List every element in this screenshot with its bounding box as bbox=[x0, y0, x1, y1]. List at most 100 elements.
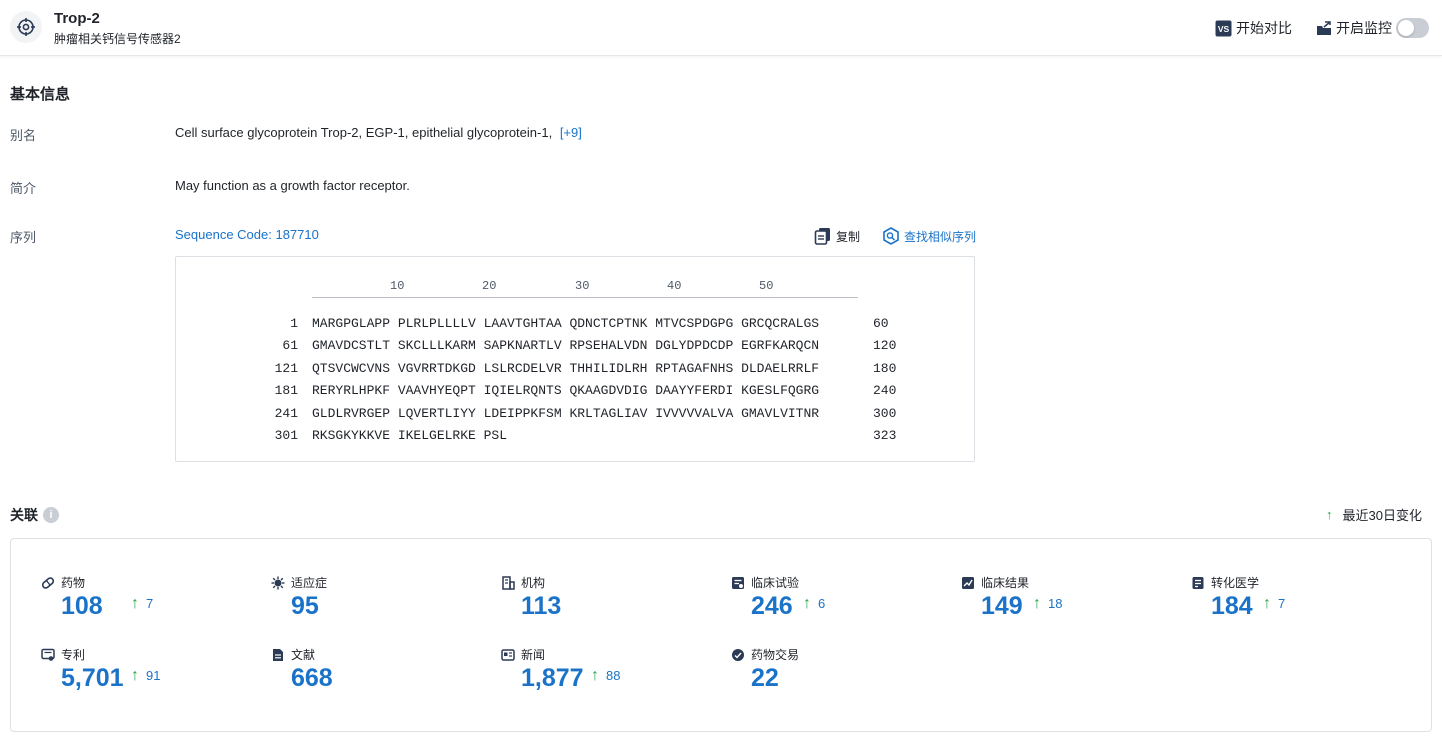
ruler-tick: 50 bbox=[759, 279, 774, 293]
compare-icon: VS bbox=[1215, 20, 1232, 37]
stat-delta: ↑ 7 bbox=[131, 596, 153, 612]
similar-sequence-icon bbox=[882, 227, 900, 245]
monitor-toggle[interactable] bbox=[1396, 18, 1429, 38]
up-arrow-icon: ↑ bbox=[1033, 595, 1041, 612]
find-similar-button[interactable]: 查找相似序列 bbox=[882, 227, 976, 245]
stat-value: 108 bbox=[61, 592, 103, 620]
stat-delta: ↑ 88 bbox=[591, 668, 620, 684]
stat-label: 药物 bbox=[61, 576, 86, 590]
building-icon bbox=[501, 575, 515, 590]
stat-drug-deals[interactable]: 药物交易 22 bbox=[711, 646, 911, 706]
monitor-icon bbox=[1316, 20, 1332, 36]
monitor-label: 开启监控 bbox=[1336, 20, 1392, 36]
sequence-row-end: 240 bbox=[873, 383, 897, 398]
sequence-row-start: 61 bbox=[282, 338, 298, 353]
deal-icon bbox=[731, 648, 745, 662]
up-arrow-icon: ↑ bbox=[131, 595, 139, 612]
associations-panel: 药物 108 ↑ 7 适应症 95 机构 113 临床试验 246 ↑ 6 临床结果… bbox=[10, 538, 1432, 732]
copy-label: 复制 bbox=[836, 229, 861, 244]
sequence-row: 61 GMAVDCSTLT SKCLLLKARM SAPKNARTLV RPSE… bbox=[176, 338, 976, 356]
sequence-viewer: 10 20 30 40 50 1 MARGPGLAPP PLRLPLLLLV L… bbox=[175, 256, 975, 462]
stat-organizations[interactable]: 机构 113 bbox=[481, 574, 681, 634]
ruler-tick: 10 bbox=[390, 279, 405, 293]
sequence-row: 181 RERYRLHPKF VAAVHYEQPT IQIELRQNTS QKA… bbox=[176, 383, 976, 401]
monitor-button[interactable]: 开启监控 bbox=[1316, 18, 1392, 38]
stat-patents[interactable]: 专利 5,701 ↑ 91 bbox=[21, 646, 221, 706]
up-arrow-icon: ↑ bbox=[1326, 507, 1333, 522]
document-icon bbox=[271, 648, 285, 662]
up-arrow-icon: ↑ bbox=[591, 667, 599, 684]
alias-label: 别名 bbox=[10, 128, 37, 143]
stat-translational-medicine[interactable]: 转化医学 184 ↑ 7 bbox=[1171, 574, 1371, 634]
target-icon bbox=[10, 11, 42, 43]
stat-value: 1,877 bbox=[521, 664, 584, 692]
copy-button[interactable]: 复制 bbox=[814, 227, 860, 245]
up-arrow-icon: ↑ bbox=[131, 667, 139, 684]
stat-delta-value: 18 bbox=[1048, 596, 1063, 611]
stat-news[interactable]: 新闻 1,877 ↑ 88 bbox=[481, 646, 681, 706]
stat-delta: ↑ 6 bbox=[803, 596, 825, 612]
sequence-row-residues: QTSVCWCVNS VGVRRTDKGD LSLRCDELVR THHILID… bbox=[312, 361, 820, 376]
associations-title-text: 关联 bbox=[10, 507, 38, 523]
sequence-row-start: 181 bbox=[274, 383, 298, 398]
stat-indications[interactable]: 适应症 95 bbox=[251, 574, 451, 634]
stat-label: 机构 bbox=[521, 576, 546, 590]
sequence-code-link[interactable]: Sequence Code: 187710 bbox=[175, 227, 319, 242]
sequence-row: 1 MARGPGLAPP PLRLPLLLLV LAAVTGHTAA QDNCT… bbox=[176, 316, 976, 334]
stat-delta-value: 6 bbox=[818, 596, 826, 611]
stat-clinical-trials[interactable]: 临床试验 246 ↑ 6 bbox=[711, 574, 911, 634]
sequence-row: 241 GLDLRVRGEP LQVERTLIYY LDEIPPKFSM KRL… bbox=[176, 406, 976, 424]
up-arrow-icon: ↑ bbox=[803, 595, 811, 612]
ruler-tick: 40 bbox=[667, 279, 682, 293]
compare-label: 开始对比 bbox=[1236, 20, 1292, 36]
info-icon[interactable]: i bbox=[43, 507, 59, 523]
sequence-row-residues: GLDLRVRGEP LQVERTLIYY LDEIPPKFSM KRLTAGL… bbox=[312, 406, 820, 421]
alias-value-row: Cell surface glycoprotein Trop-2, EGP-1,… bbox=[175, 125, 582, 140]
sequence-row-start: 301 bbox=[274, 428, 298, 443]
sequence-label: 序列 bbox=[10, 230, 37, 245]
stat-label: 药物交易 bbox=[751, 648, 800, 662]
page-subtitle: 肿瘤相关钙信号传感器2 bbox=[54, 32, 181, 46]
stat-label: 适应症 bbox=[291, 576, 328, 590]
sequence-row-residues: RKSGKYKKVE IKELGELRKE PSL bbox=[312, 428, 508, 443]
stat-value: 184 bbox=[1211, 592, 1253, 620]
patent-icon bbox=[41, 648, 55, 662]
stat-value: 149 bbox=[981, 592, 1023, 620]
sequence-row-start: 1 bbox=[290, 316, 298, 331]
clinical-trial-icon bbox=[731, 576, 745, 590]
stat-delta-value: 7 bbox=[1278, 596, 1286, 611]
compare-button[interactable]: VS 开始对比 bbox=[1215, 18, 1292, 38]
stat-value: 668 bbox=[291, 664, 333, 692]
stat-label: 文献 bbox=[291, 648, 316, 662]
page-title: Trop-2 bbox=[54, 10, 100, 27]
virus-icon bbox=[271, 576, 285, 590]
stat-literature[interactable]: 文献 668 bbox=[251, 646, 451, 706]
sequence-row-end: 120 bbox=[873, 338, 897, 353]
sequence-row-residues: MARGPGLAPP PLRLPLLLLV LAAVTGHTAA QDNCTCP… bbox=[312, 316, 820, 331]
sequence-row-end: 300 bbox=[873, 406, 897, 421]
stat-delta: ↑ 91 bbox=[131, 668, 160, 684]
stat-delta: ↑ 18 bbox=[1033, 596, 1062, 612]
alias-more-link[interactable]: [+9] bbox=[560, 125, 582, 140]
clinical-result-icon bbox=[961, 576, 975, 590]
stat-clinical-results[interactable]: 临床结果 149 ↑ 18 bbox=[941, 574, 1141, 634]
alias-value: Cell surface glycoprotein Trop-2, EGP-1,… bbox=[175, 125, 553, 140]
sequence-row-residues: RERYRLHPKF VAAVHYEQPT IQIELRQNTS QKAAGDV… bbox=[312, 383, 820, 398]
summary-label: 简介 bbox=[10, 181, 37, 196]
ruler-tick: 30 bbox=[575, 279, 590, 293]
stat-label: 转化医学 bbox=[1211, 576, 1260, 590]
compare-icon-text: VS bbox=[1218, 24, 1230, 34]
sequence-row-start: 241 bbox=[274, 406, 298, 421]
recent-change-legend: ↑ 最近30日变化 bbox=[1326, 505, 1422, 524]
stat-label: 临床试验 bbox=[751, 576, 800, 590]
basic-info-title: 基本信息 bbox=[10, 86, 71, 103]
stat-value: 22 bbox=[751, 664, 779, 692]
stat-drugs[interactable]: 药物 108 ↑ 7 bbox=[21, 574, 221, 634]
stat-delta-value: 7 bbox=[146, 596, 154, 611]
stat-delta-value: 91 bbox=[146, 668, 161, 683]
sequence-ruler: 10 20 30 40 50 bbox=[312, 279, 858, 298]
sequence-row-end: 60 bbox=[873, 316, 889, 331]
stat-label: 临床结果 bbox=[981, 576, 1030, 590]
sequence-row-start: 121 bbox=[274, 361, 298, 376]
sequence-row: 301 RKSGKYKKVE IKELGELRKE PSL 323 bbox=[176, 428, 976, 446]
